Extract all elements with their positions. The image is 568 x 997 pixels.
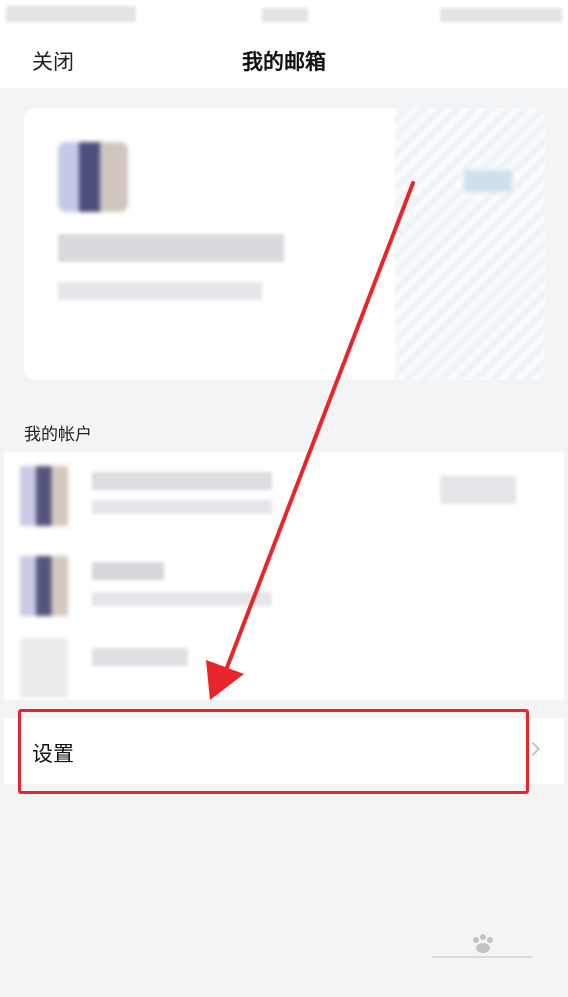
add-account-label-blurred [92,648,188,666]
account-email-blurred [92,500,272,514]
baidu-jingyan-watermark [432,934,532,958]
card-decoration [395,108,545,380]
list-item[interactable] [4,548,564,618]
profile-card[interactable] [24,108,545,380]
card-badge-blurred[interactable] [464,170,512,192]
add-account-icon [20,638,68,698]
nav-bar: 关闭 我的邮箱 [0,36,568,88]
account-badge-blurred [440,476,516,504]
profile-name-blurred [58,234,284,262]
page-title: 我的邮箱 [242,50,326,74]
avatar [58,142,128,212]
status-bar-center-blurred [262,8,308,22]
status-bar-time-blurred [6,6,136,22]
avatar [20,556,68,616]
list-item[interactable] [4,452,564,538]
status-bar [0,0,568,36]
chevron-right-icon [525,741,541,757]
settings-label: 设置 [32,742,74,766]
profile-email-blurred [58,282,262,300]
status-bar-icons-blurred [440,8,562,22]
avatar [20,466,68,526]
account-email-blurred [92,592,272,606]
account-name-blurred [92,562,164,580]
account-name-blurred [92,472,272,490]
settings-row[interactable]: 设置 [4,718,564,784]
list-item[interactable] [4,632,564,698]
accounts-section-label: 我的帐户 [24,425,92,445]
account-list [4,452,564,700]
